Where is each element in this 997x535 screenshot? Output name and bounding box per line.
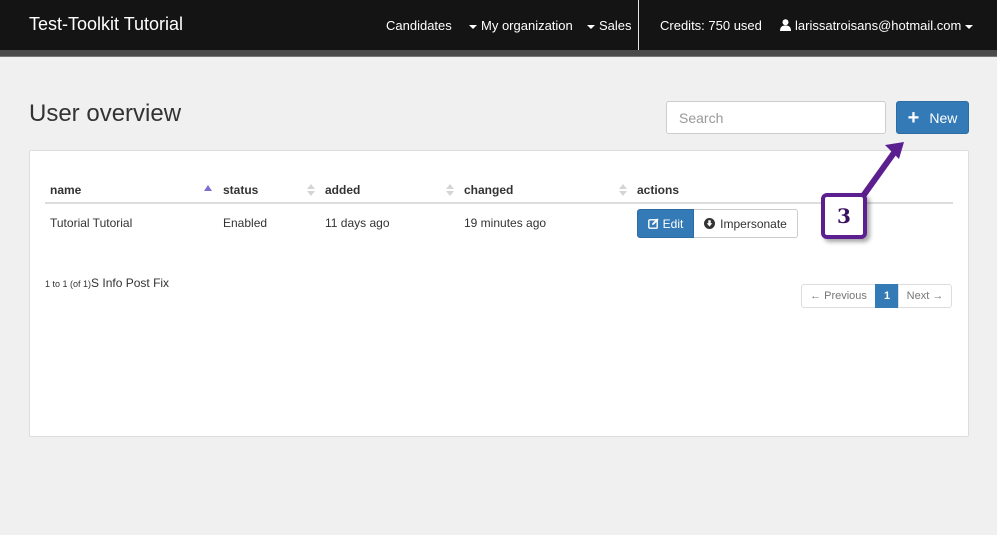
user-icon bbox=[780, 19, 791, 31]
table-info-suffix: S Info Post Fix bbox=[91, 276, 170, 290]
pagination-page-1[interactable]: 1 bbox=[875, 284, 899, 308]
edit-button-label: Edit bbox=[662, 216, 684, 231]
sort-asc-icon[interactable] bbox=[204, 184, 212, 196]
table-header-divider bbox=[45, 202, 953, 204]
navbar-stripe bbox=[0, 50, 997, 57]
column-header-actions: actions bbox=[637, 183, 680, 197]
nav-sales-label: Sales bbox=[599, 18, 632, 33]
pagination-previous[interactable]: ← Previous bbox=[801, 284, 876, 308]
nav-candidates[interactable]: Candidates bbox=[386, 18, 452, 33]
caret-down-icon bbox=[587, 24, 595, 29]
cell-name: Tutorial Tutorial bbox=[50, 216, 133, 230]
column-header-added[interactable]: added bbox=[325, 183, 360, 197]
caret-down-icon bbox=[965, 24, 974, 29]
column-header-status[interactable]: status bbox=[223, 183, 258, 197]
table-info: 1 to 1 (of 1)S Info Post Fix bbox=[45, 274, 169, 292]
annotation-step-badge: 3 bbox=[821, 193, 867, 239]
nav-sales[interactable]: Sales bbox=[587, 18, 632, 33]
brand-title[interactable]: Test-Toolkit Tutorial bbox=[29, 14, 183, 35]
download-circle-icon bbox=[704, 218, 716, 229]
edit-button[interactable]: Edit bbox=[637, 209, 694, 238]
sort-both-icon[interactable] bbox=[307, 184, 315, 196]
cell-added: 11 days ago bbox=[325, 216, 390, 230]
nav-my-organization[interactable]: My organization bbox=[469, 18, 573, 33]
page-title: User overview bbox=[29, 100, 182, 127]
plus-icon: + bbox=[907, 106, 920, 129]
table-info-range: 1 to 1 (of 1) bbox=[45, 279, 92, 289]
impersonate-button-label: Impersonate bbox=[720, 216, 787, 231]
sort-both-icon[interactable] bbox=[619, 184, 627, 196]
cell-status: Enabled bbox=[223, 216, 268, 230]
nav-my-organization-label: My organization bbox=[481, 18, 573, 33]
cell-changed: 19 minutes ago bbox=[464, 216, 547, 230]
nav-credits[interactable]: Credits: 750 used bbox=[660, 18, 762, 33]
pagination-next[interactable]: Next → bbox=[898, 284, 952, 308]
sort-both-icon[interactable] bbox=[446, 184, 454, 196]
impersonate-button[interactable]: Impersonate bbox=[694, 209, 798, 238]
nav-divider bbox=[638, 0, 639, 50]
column-header-name[interactable]: name bbox=[50, 183, 81, 197]
edit-icon bbox=[647, 218, 659, 229]
nav-user-menu[interactable]: larissatroisans@hotmail.com bbox=[780, 18, 974, 33]
caret-down-icon bbox=[469, 24, 477, 29]
column-header-changed[interactable]: changed bbox=[464, 183, 513, 197]
new-button-label: New bbox=[929, 109, 958, 126]
nav-user-label: larissatroisans@hotmail.com bbox=[795, 18, 962, 33]
